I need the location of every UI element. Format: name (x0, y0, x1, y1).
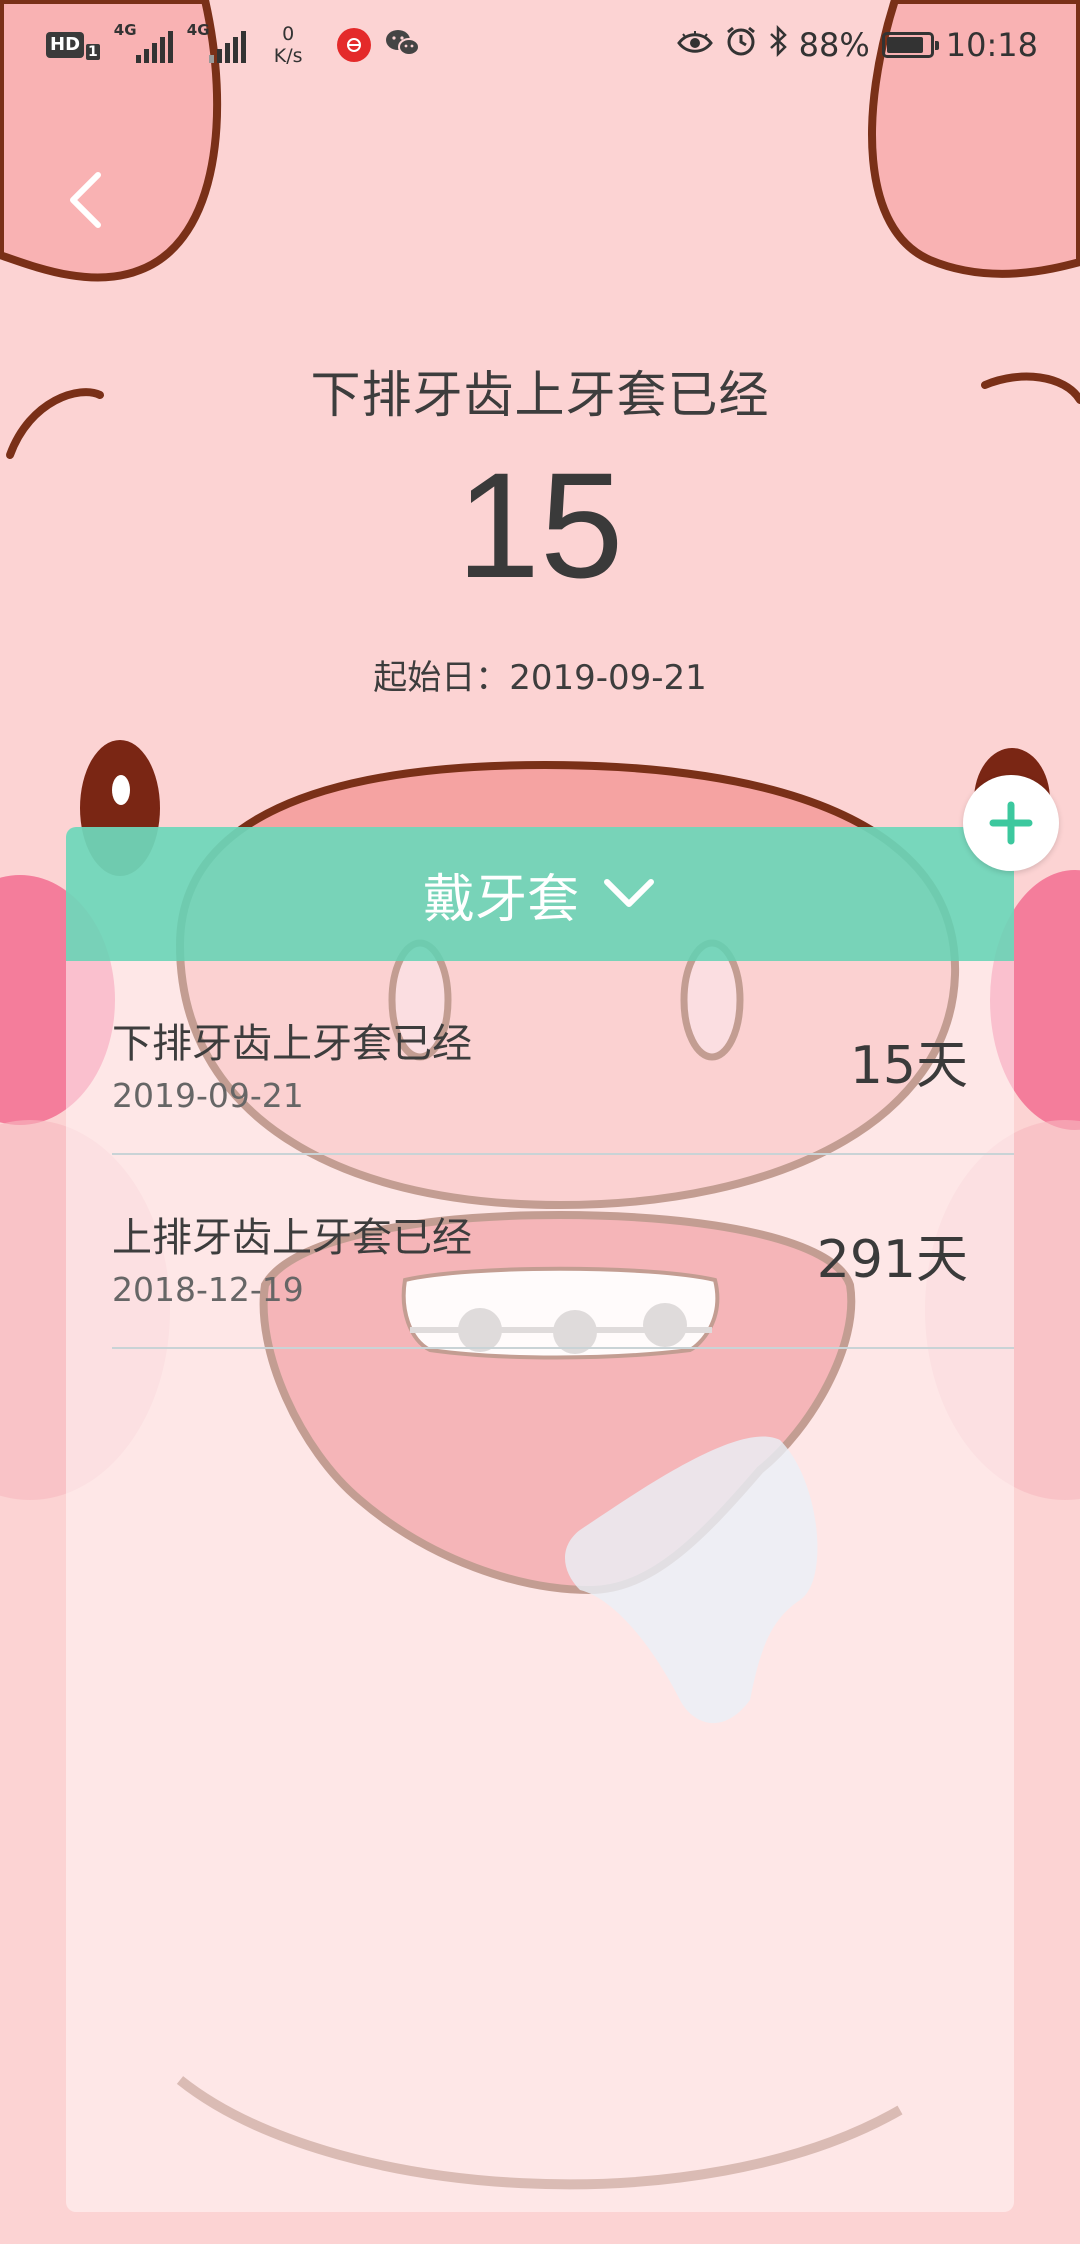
chevron-down-icon (604, 879, 654, 907)
back-button[interactable] (58, 160, 118, 240)
app-screen: HD 1 4G 4G 0 K/s 88% 10:18 下排牙齿上牙套已经 15 … (0, 0, 1080, 2244)
sim-slot-label: 1 (86, 44, 100, 60)
chevron-left-icon (70, 172, 101, 228)
list-item-title: 下排牙齿上牙套已经 (112, 1021, 472, 1067)
day-count: 15 (456, 441, 624, 609)
list-item[interactable]: 上排牙齿上牙套已经 2018-12-19 291天 (112, 1155, 1014, 1349)
clock-time: 10:18 (945, 26, 1038, 64)
event-list-card: 戴牙套 下排牙齿上牙套已经 2019-09-21 15天 上排牙齿上牙套已经 2… (66, 827, 1014, 2212)
status-bar-left: HD 1 4G 4G 0 K/s (46, 20, 421, 70)
network-speed-indicator: 0 K/s (274, 23, 303, 67)
network-speed-unit: K/s (273, 45, 303, 67)
category-label: 戴牙套 (422, 869, 579, 930)
list-item-days: 291天 (816, 1230, 968, 1290)
wechat-icon (385, 28, 421, 62)
network-type-label: 4G (186, 21, 210, 39)
list-item[interactable]: 下排牙齿上牙套已经 2019-09-21 15天 (112, 961, 1014, 1155)
category-selector[interactable]: 戴牙套 (66, 827, 1014, 961)
hd-voice-icon: HD (46, 32, 85, 58)
network-type-label: 4G (113, 21, 137, 39)
status-bar-right: 88% 10:18 (676, 20, 1038, 70)
list-item-date: 2019-09-21 (112, 1076, 304, 1115)
signal-strength-icon-sim2: 4G (187, 21, 246, 63)
network-speed-value: 0 (282, 23, 295, 45)
app-badge-icon (336, 28, 371, 62)
bluetooth-icon (769, 24, 787, 65)
list-item-days: 15天 (849, 1036, 968, 1096)
list-item-title: 上排牙齿上牙套已经 (112, 1215, 472, 1261)
plus-icon (989, 801, 1033, 845)
alarm-icon (725, 25, 757, 65)
signal-strength-icon-sim1: 4G (114, 21, 173, 63)
page-title: 下排牙齿上牙套已经 (310, 366, 770, 424)
battery-icon (881, 32, 939, 58)
battery-percent: 88% (798, 26, 870, 64)
eye-icon (676, 26, 713, 64)
start-date-label: 起始日：2019-09-21 (373, 658, 707, 698)
list-item-date: 2018-12-19 (112, 1270, 304, 1309)
status-bar: HD 1 4G 4G 0 K/s 88% 10:18 (0, 0, 1080, 90)
add-event-button[interactable] (963, 775, 1059, 871)
event-list: 下排牙齿上牙套已经 2019-09-21 15天 上排牙齿上牙套已经 2018-… (112, 961, 1014, 1349)
